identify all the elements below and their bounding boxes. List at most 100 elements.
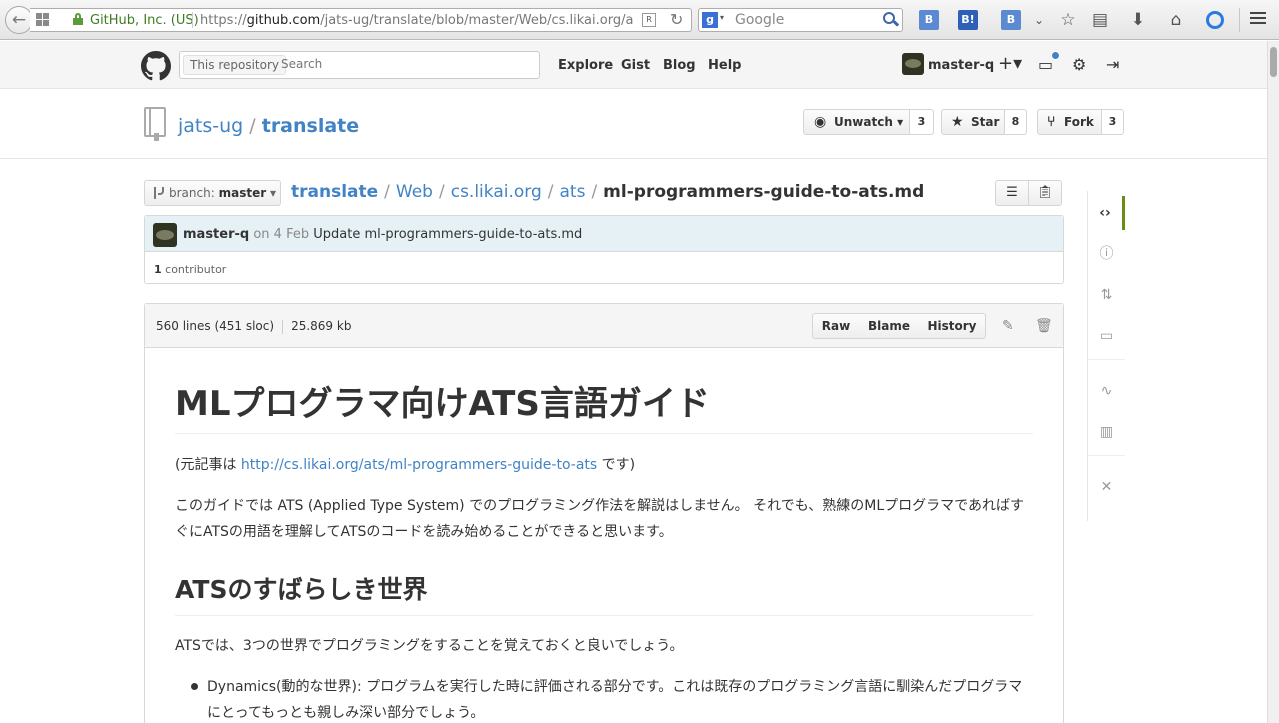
url-host: github.com [246,13,321,28]
trash-icon[interactable]: 🗑︎ [1035,318,1053,334]
nav-explore[interactable]: Explore [558,58,613,73]
chevron-down-icon[interactable]: ⌄ [1029,10,1049,30]
breadcrumb: translate / Web / cs.likai.org / ats / ml-progra… [291,182,924,202]
copy-path-button[interactable]: 📋︎ [1028,180,1062,206]
eye-icon: ◉ [814,114,827,130]
unwatch-button[interactable]: ◉ Unwatch ▾ [803,109,910,135]
commit-author[interactable]: master-q [183,227,249,242]
crumb-root[interactable]: translate [291,182,378,202]
star-button[interactable]: ★ Star [941,109,1005,135]
latest-commit-box: master-q on 4 Feb Update ml-programmers-… [144,215,1064,284]
download-icon[interactable]: ⬇ [1128,10,1148,30]
reading-list-icon[interactable]: ▤ [1090,10,1110,30]
page-viewport: This repository Explore Gist Blog Help m… [0,41,1267,723]
hatena-bookmark-icon[interactable]: B! [958,10,978,30]
fork-count[interactable]: 3 [1102,109,1124,135]
crumb-cs-likai[interactable]: cs.likai.org [451,182,542,202]
crumb-web[interactable]: Web [396,182,433,202]
blame-button[interactable]: Blame [859,313,920,339]
intro-paragraph: このガイドでは ATS (Applied Type System) でのプログラ… [175,498,1025,540]
page-scrollbar[interactable] [1267,41,1279,723]
bookmark-star-icon[interactable]: ☆ [1058,10,1078,30]
nav-help[interactable]: Help [708,58,741,73]
caret-down-icon: ▾ [897,115,904,129]
list-bullet [191,683,198,690]
star-count[interactable]: 8 [1005,109,1027,135]
info-divider [282,319,284,334]
repo-icon [144,107,166,141]
commit-message[interactable]: Update ml-programmers-guide-to-ats.md [313,227,582,242]
pull-request-icon[interactable]: ⇅ [1088,278,1125,312]
gear-icon[interactable]: ⚙ [1072,55,1086,74]
file-header: 560 lines (451 sloc) 25.869 kb Raw Blame … [145,304,1063,348]
reload-icon[interactable]: ↻ [670,10,683,29]
repo-search-input[interactable] [281,57,521,71]
readme-heading: MLプログラマ向けATS言語ガイド [175,376,1033,434]
nav-gist[interactable]: Gist [621,58,650,73]
google-engine-icon[interactable]: g [702,12,718,28]
home-icon[interactable]: ⌂ [1166,10,1186,30]
repo-name-link[interactable]: translate [262,115,359,137]
contributors[interactable]: 1 contributor [154,263,226,276]
lock-icon[interactable] [73,13,83,25]
star-icon: ★ [951,114,964,130]
watch-count[interactable]: 3 [910,109,934,135]
file-lines: 560 lines (451 sloc) [156,319,275,333]
branch-select-button[interactable]: branch: master ▾ [144,180,281,206]
wiki-icon[interactable]: ▭ [1088,319,1125,353]
crumb-separator: / [438,182,445,202]
url-path: /jats-ug/translate/blob/master/Web/cs.li… [320,13,634,28]
commit-text: master-q on 4 Feb Update ml-programmers-… [183,227,582,242]
github-logo-icon[interactable] [141,51,171,81]
history-button[interactable]: History [919,313,986,339]
addon-icon-3[interactable]: B [1001,10,1021,30]
url-bar[interactable]: GitHub, Inc. (US) https://github.com/jat… [30,8,692,32]
branch-prefix: branch: [169,186,215,200]
hamburger-menu-icon[interactable] [1248,9,1268,29]
sign-out-icon[interactable]: ⇥ [1106,55,1119,74]
clipboard-icon: 📋︎ [1036,185,1054,200]
scrollbar-thumb[interactable] [1270,47,1277,77]
sync-icon[interactable] [1206,11,1224,29]
reader-view-icon[interactable]: R [642,13,656,27]
url-prefix: https:// [200,13,247,28]
repo-owner-link[interactable]: jats-ug [178,115,243,137]
fork-button[interactable]: ⑂ Fork [1037,109,1102,135]
list-view-button[interactable]: ☰ [995,180,1029,206]
crumb-ats[interactable]: ats [559,182,585,202]
branch-name: master [218,186,267,200]
file-size: 25.869 kb [291,319,352,333]
avatar[interactable] [902,53,924,75]
back-button[interactable]: ← [5,6,33,34]
nav-blog[interactable]: Blog [663,58,696,73]
pencil-icon[interactable]: ✎ [1002,318,1014,334]
graphs-icon[interactable]: ▥ [1088,415,1125,449]
code-icon[interactable]: ‹› [1088,196,1125,230]
site-identity[interactable]: GitHub, Inc. (US) [90,13,199,28]
addon-icon-1[interactable]: B [919,10,939,30]
file-viewer: 560 lines (451 sloc) 25.869 kb Raw Blame … [144,303,1064,723]
toolbar-divider [1239,8,1240,32]
settings-tools-icon[interactable]: ✕ [1088,470,1125,504]
back-arrow-icon: ← [11,10,27,30]
crumb-separator: / [591,182,598,202]
repo-search-box[interactable]: This repository [179,51,540,79]
url-divider [192,12,193,28]
plus-icon[interactable]: +▾ [998,53,1022,74]
issues-icon[interactable]: ⓘ [1088,237,1125,271]
source-link[interactable]: http://cs.likai.org/ats/ml-programmers-g… [241,457,597,473]
pulse-icon[interactable]: ∿ [1088,374,1125,408]
branch-icon [154,187,164,199]
commit-date: on 4 Feb [253,227,310,242]
repo-sidebar: ‹› ⓘ ⇅ ▭ ∿ ▥ ✕ [1087,191,1125,521]
search-icon[interactable] [883,12,900,28]
star-label: Star [971,115,1000,129]
commit-author-avatar[interactable] [153,223,177,247]
browser-search-box[interactable]: g ▾ Google [698,8,903,32]
username[interactable]: master-q [928,58,994,73]
tab-groups-icon[interactable] [36,13,54,27]
url-text[interactable]: https://github.com/jats-ug/translate/blo… [200,13,638,28]
engine-dropdown-icon[interactable]: ▾ [720,13,724,22]
source-suffix: です) [597,457,636,473]
raw-button[interactable]: Raw [812,313,860,339]
